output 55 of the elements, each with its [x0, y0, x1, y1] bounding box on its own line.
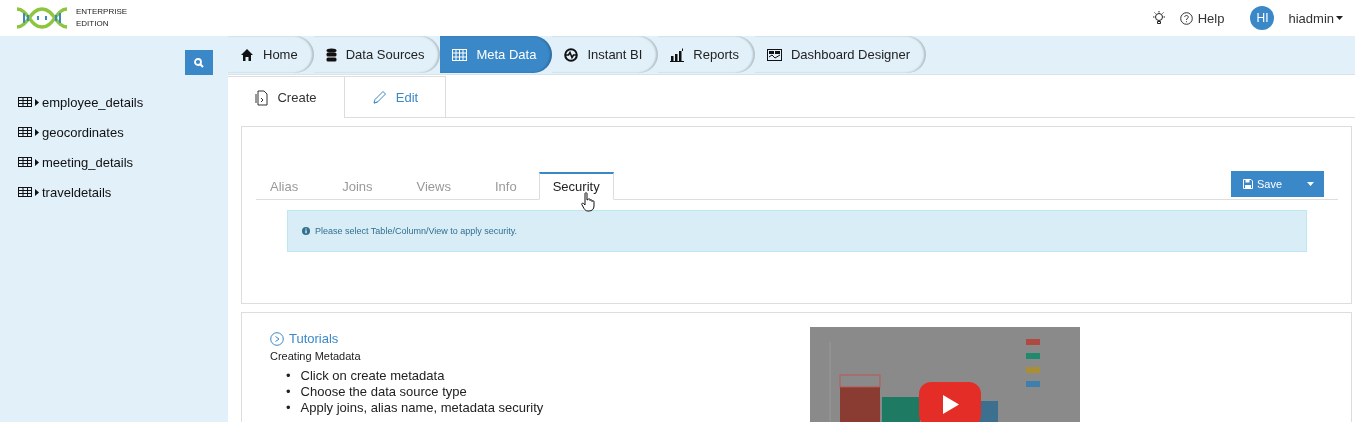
- table-icon: [18, 127, 32, 137]
- question-icon: [1179, 11, 1193, 25]
- nav-tab[interactable]: Reports: [658, 36, 755, 73]
- caret-icon: [35, 188, 39, 196]
- caret-icon: [35, 128, 39, 136]
- nav-tab[interactable]: Home: [228, 36, 314, 73]
- caret-icon: [35, 158, 39, 166]
- database-icon: [325, 47, 337, 62]
- play-circle-icon: [270, 331, 284, 346]
- bar-chart-icon: [670, 47, 685, 62]
- caret-icon: [35, 98, 39, 106]
- table-item[interactable]: geocordinates: [0, 117, 228, 147]
- nav-tab[interactable]: Instant BI: [552, 36, 659, 73]
- sub-tab[interactable]: Security: [538, 172, 614, 200]
- table-item[interactable]: meeting_details: [0, 147, 228, 177]
- grid-icon: [452, 48, 468, 61]
- table-icon: [18, 97, 32, 107]
- play-button-icon[interactable]: [919, 382, 981, 422]
- tutorial-step: Choose the data source type: [300, 384, 467, 400]
- caret-icon: [1306, 182, 1314, 186]
- nav-tab[interactable]: Data Sources: [313, 36, 441, 73]
- search-icon: [194, 57, 204, 68]
- user-menu[interactable]: hiadmin: [1288, 10, 1343, 26]
- gauge-icon: [564, 47, 579, 62]
- nav-tab[interactable]: Dashboard Designer: [754, 36, 927, 73]
- search-button[interactable]: [185, 50, 213, 75]
- hand-cursor-icon: [581, 192, 595, 212]
- table-icon: [18, 157, 32, 167]
- bullet: •: [286, 384, 291, 400]
- pencil-icon: [371, 89, 387, 105]
- home-icon: [240, 47, 254, 62]
- nav-tab[interactable]: Meta Data: [440, 36, 553, 73]
- logo-text: EDITION: [76, 18, 110, 30]
- caret-icon: [1336, 16, 1343, 20]
- table-icon: [18, 187, 32, 197]
- info-icon: [302, 227, 310, 235]
- dashboard-icon: [766, 48, 782, 61]
- bullet: •: [286, 400, 291, 416]
- info-message: Please select Table/Column/View to apply security.: [315, 226, 518, 236]
- logo-icon: [16, 7, 68, 29]
- mode-tab[interactable]: Edit: [345, 76, 446, 117]
- tutorial-subtitle: Creating Metadata: [270, 350, 362, 362]
- help-link[interactable]: Help: [1179, 10, 1225, 26]
- lightbulb-icon[interactable]: [1151, 10, 1166, 26]
- bullet: •: [286, 368, 291, 384]
- table-item[interactable]: traveldetails: [0, 177, 228, 207]
- user-avatar[interactable]: HI: [1250, 6, 1275, 30]
- tutorial-step: Click on create metadata: [300, 368, 445, 384]
- document-icon: [255, 89, 269, 106]
- tutorials-link[interactable]: Tutorials: [270, 331, 810, 346]
- tutorial-step: Apply joins, alias name, metadata security: [300, 400, 544, 416]
- table-item[interactable]: employee_details: [0, 87, 228, 117]
- mode-tab[interactable]: Create: [228, 76, 345, 118]
- floppy-icon: [1242, 179, 1253, 189]
- logo-text: ENTERPRISE: [76, 6, 128, 18]
